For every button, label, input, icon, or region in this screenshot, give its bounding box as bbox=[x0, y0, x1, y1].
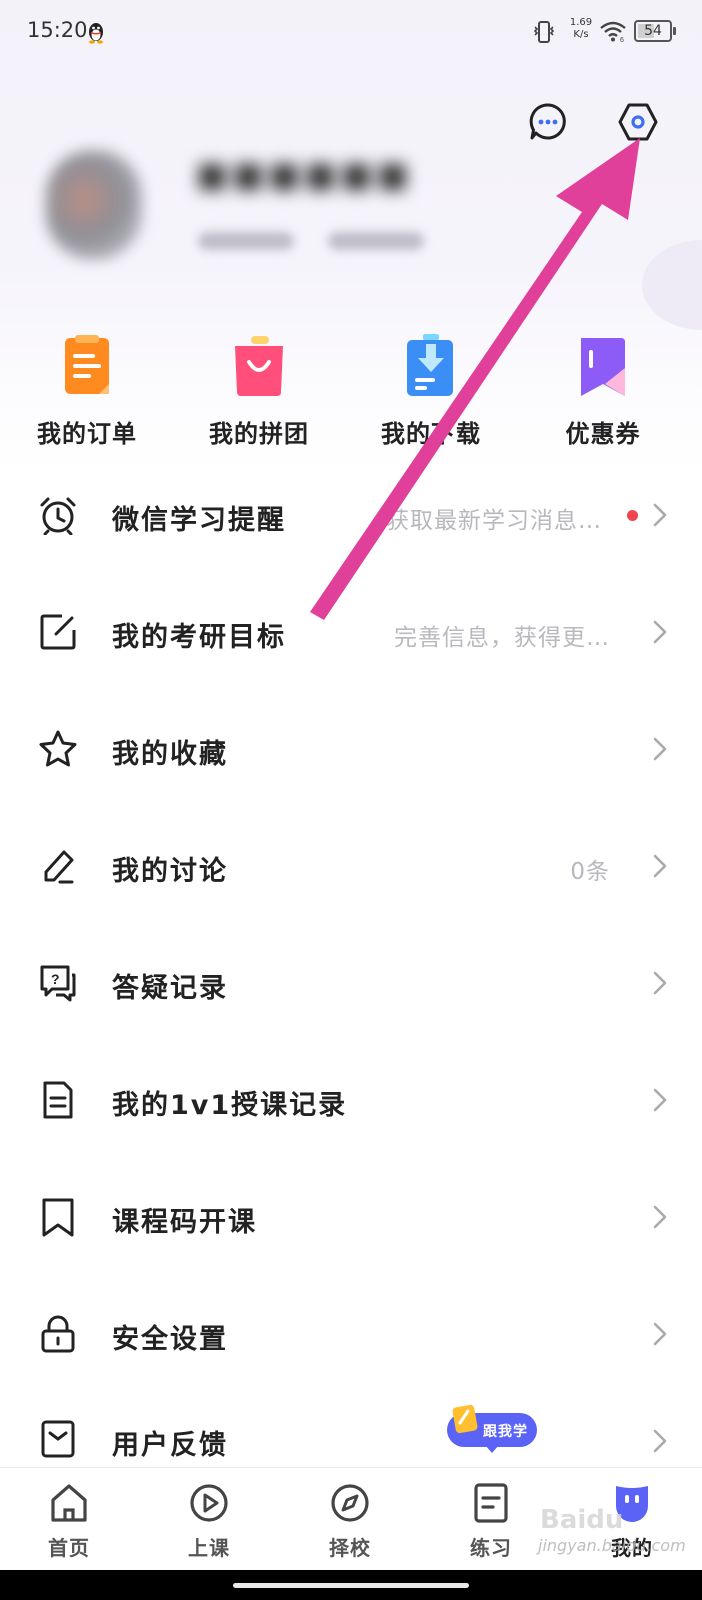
network-speed-value: 1.69 bbox=[569, 17, 593, 28]
nav-tab-school-choice[interactable]: 择校 bbox=[290, 1482, 410, 1561]
quick-action-orders-label: 我的订单 bbox=[37, 420, 137, 448]
quick-action-orders[interactable]: 我的订单 bbox=[7, 334, 167, 449]
profile-info-blurred-2 bbox=[328, 232, 424, 250]
menu-item-label: 我的1v1授课记录 bbox=[112, 1090, 348, 1121]
svg-text:?: ? bbox=[51, 971, 60, 987]
network-speed: 1.69 K/s bbox=[566, 17, 596, 41]
status-time: 15:20 bbox=[27, 18, 88, 42]
download-icon bbox=[407, 334, 453, 396]
menu-item-feedback[interactable]: 用户反馈 bbox=[0, 1391, 702, 1467]
chevron-right-icon bbox=[653, 737, 667, 761]
network-speed-unit: K/s bbox=[573, 29, 589, 40]
lock-icon bbox=[41, 1315, 75, 1353]
feedback-icon bbox=[41, 1420, 75, 1458]
message-button[interactable] bbox=[528, 102, 568, 142]
chevron-right-icon bbox=[653, 1429, 667, 1453]
menu-item-1v1-records[interactable]: 我的1v1授课记录 bbox=[0, 1040, 702, 1157]
chevron-right-icon bbox=[653, 503, 667, 527]
quick-action-downloads[interactable]: 我的下载 bbox=[351, 334, 511, 449]
chat-bubble-icon bbox=[529, 103, 566, 140]
menu-item-label: 我的考研目标 bbox=[112, 622, 286, 653]
wifi-icon: 6 bbox=[600, 21, 626, 42]
notebook-icon bbox=[452, 1404, 478, 1434]
settings-button[interactable] bbox=[617, 101, 659, 143]
menu-item-hint: 完善信息，获得更… bbox=[394, 625, 610, 651]
gear-icon bbox=[618, 103, 658, 141]
status-bar: 15:20 1.69 K/s 6 54 bbox=[0, 0, 702, 64]
menu-item-label: 用户反馈 bbox=[112, 1430, 228, 1461]
chevron-right-icon bbox=[653, 854, 667, 878]
nav-tab-classes[interactable]: 上课 bbox=[149, 1482, 269, 1561]
unread-dot bbox=[627, 510, 638, 521]
profile-name-blurred[interactable]: ■■■■■■ bbox=[196, 155, 413, 195]
menu-item-label: 我的讨论 bbox=[112, 856, 228, 887]
menu-item-count: 0条 bbox=[570, 859, 610, 885]
quick-action-coupons-label: 优惠券 bbox=[565, 420, 641, 448]
nav-tab-label: 择校 bbox=[329, 1536, 371, 1560]
avatar[interactable] bbox=[46, 150, 142, 260]
practice-icon bbox=[474, 1483, 508, 1523]
menu-item-hint: 获取最新学习消息… bbox=[386, 508, 602, 534]
qq-penguin-icon bbox=[89, 23, 103, 44]
battery-percent: 54 bbox=[644, 23, 662, 39]
bookmark-icon bbox=[42, 1198, 74, 1237]
svg-text:6: 6 bbox=[620, 37, 624, 42]
play-circle-icon bbox=[190, 1484, 228, 1522]
quick-action-group-buy-label: 我的拼团 bbox=[209, 420, 309, 448]
baidu-watermark-site: jingyan.baidu.com bbox=[538, 1536, 686, 1555]
document-icon bbox=[43, 1081, 73, 1119]
nav-tab-label: 首页 bbox=[48, 1536, 90, 1560]
star-icon bbox=[39, 730, 77, 767]
menu-item-label: 答疑记录 bbox=[112, 973, 228, 1004]
chevron-right-icon bbox=[653, 1088, 667, 1112]
follow-me-label: 跟我学 bbox=[483, 1424, 528, 1440]
home-indicator[interactable] bbox=[233, 1583, 469, 1588]
follow-me-badge[interactable]: 跟我学 bbox=[447, 1404, 537, 1453]
vibrate-icon bbox=[533, 21, 555, 43]
question-chat-icon: ? bbox=[40, 965, 76, 1002]
pencil-icon bbox=[44, 850, 74, 884]
nav-tab-practice[interactable]: 练习 bbox=[431, 1482, 551, 1561]
menu-item-course-code[interactable]: 课程码开课 bbox=[0, 1157, 702, 1274]
menu-item-label: 课程码开课 bbox=[112, 1207, 257, 1238]
nav-tab-home[interactable]: 首页 bbox=[9, 1482, 129, 1561]
edit-square-icon bbox=[40, 614, 76, 650]
menu-item-discussions[interactable]: 我的讨论 0条 bbox=[0, 806, 702, 923]
menu-item-label: 我的收藏 bbox=[112, 739, 228, 770]
order-icon bbox=[65, 335, 109, 394]
shopping-bag-icon bbox=[235, 336, 283, 396]
chevron-right-icon bbox=[653, 620, 667, 644]
alarm-clock-icon bbox=[40, 497, 76, 535]
battery-indicator: 54 bbox=[634, 20, 676, 42]
nav-tab-label: 练习 bbox=[470, 1536, 512, 1560]
baidu-watermark-logo: Baidu bbox=[540, 1505, 624, 1535]
chevron-right-icon bbox=[653, 1322, 667, 1346]
nav-tab-label: 上课 bbox=[188, 1536, 230, 1560]
quick-action-coupons[interactable]: 优惠券 bbox=[523, 334, 683, 449]
coupon-icon bbox=[581, 338, 625, 396]
menu-item-wechat-reminder[interactable]: 微信学习提醒 获取最新学习消息… bbox=[0, 455, 702, 572]
menu-item-label: 安全设置 bbox=[112, 1324, 228, 1355]
system-gesture-bar bbox=[0, 1570, 702, 1600]
chevron-right-icon bbox=[653, 1205, 667, 1229]
profile-info-blurred-1 bbox=[198, 232, 294, 250]
menu-item-label: 微信学习提醒 bbox=[112, 505, 286, 536]
quick-action-downloads-label: 我的下载 bbox=[381, 420, 481, 448]
menu-item-security[interactable]: 安全设置 bbox=[0, 1274, 702, 1391]
menu-item-favorites[interactable]: 我的收藏 bbox=[0, 689, 702, 806]
menu-item-qa-records[interactable]: ? 答疑记录 bbox=[0, 923, 702, 1040]
quick-action-group-buy[interactable]: 我的拼团 bbox=[179, 334, 339, 449]
menu-item-exam-goal[interactable]: 我的考研目标 完善信息，获得更… bbox=[0, 572, 702, 689]
chevron-right-icon bbox=[653, 971, 667, 995]
home-icon bbox=[51, 1484, 87, 1522]
compass-icon bbox=[331, 1484, 369, 1522]
